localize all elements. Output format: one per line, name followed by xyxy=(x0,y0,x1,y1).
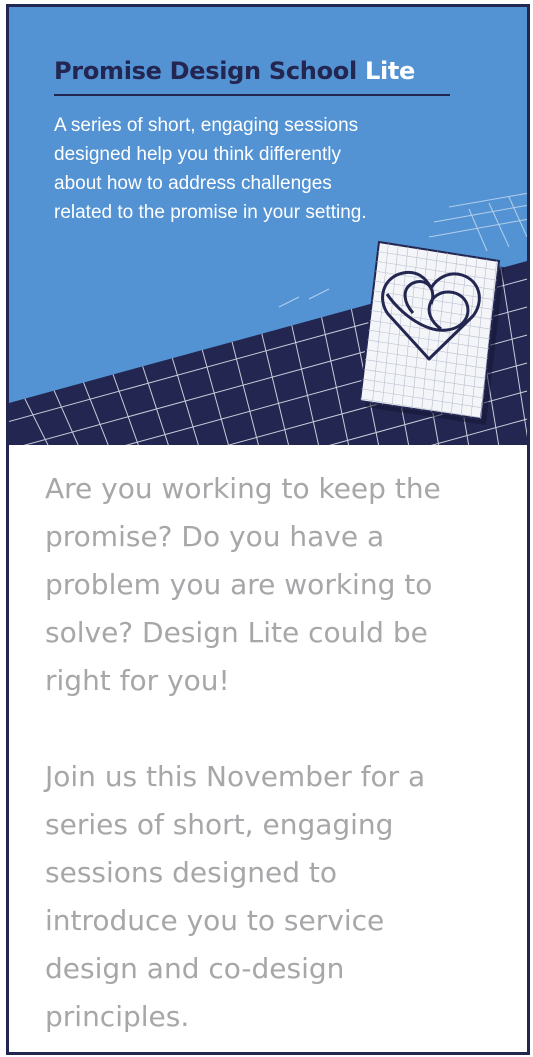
body-line: design and co-design xyxy=(45,952,345,985)
subtitle-line: about how to address challenges xyxy=(54,173,332,194)
body-line: right for you! xyxy=(45,664,230,697)
subtitle-line: designed help you think differently xyxy=(54,144,341,165)
title-divider xyxy=(54,94,450,96)
body-line: principles. xyxy=(45,1000,190,1033)
body-line: series of short, engaging xyxy=(45,808,394,841)
body-line: Are you working to keep the xyxy=(45,472,441,505)
title-main: Promise Design School xyxy=(54,57,357,85)
page-title: Promise Design School Lite xyxy=(54,57,415,85)
subtitle: A series of short, engaging sessions des… xyxy=(54,111,474,227)
promo-card: Promise Design School Lite A series of s… xyxy=(6,4,530,1055)
subtitle-line: related to the promise in your setting. xyxy=(54,202,367,223)
body-line: sessions designed to xyxy=(45,856,338,889)
body-line: solve? Design Lite could be xyxy=(45,616,428,649)
body-line: promise? Do you have a xyxy=(45,520,385,553)
body-text: Are you working to keep the promise? Do … xyxy=(45,465,515,1041)
body-line: Join us this November for a xyxy=(45,760,426,793)
body-line: problem you are working to xyxy=(45,568,433,601)
subtitle-line: A series of short, engaging sessions xyxy=(54,115,359,136)
title-accent: Lite xyxy=(364,57,416,85)
hero-banner: Promise Design School Lite A series of s… xyxy=(9,7,527,445)
body-line: introduce you to service xyxy=(45,904,385,937)
